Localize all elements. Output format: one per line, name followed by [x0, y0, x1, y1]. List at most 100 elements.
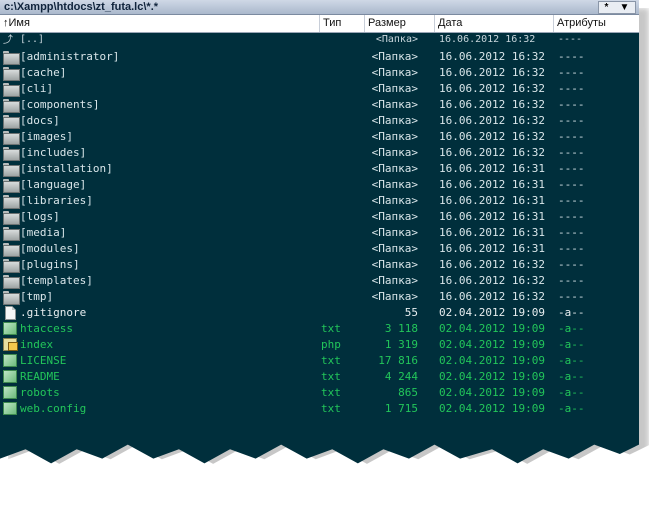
text-file-icon	[3, 402, 18, 416]
file-date: 16.06.2012 16:32	[439, 34, 536, 45]
file-row[interactable]: [includes] <Папка> 16.06.2012 16:32 ----	[0, 145, 639, 161]
file-row[interactable]: index php 1 319 02.04.2012 19:09 -a--	[0, 337, 639, 353]
file-name: .gitignore	[20, 306, 87, 319]
text-file-icon	[3, 354, 18, 368]
file-row[interactable]: [docs] <Папка> 16.06.2012 16:32 ----	[0, 113, 639, 129]
file-row[interactable]: [templates] <Папка> 16.06.2012 16:32 ----	[0, 273, 639, 289]
current-path: c:\Xampp\htdocs\zt_futa.lc\*.*	[4, 1, 159, 13]
file-attributes: ----	[558, 162, 585, 175]
file-row[interactable]: [media] <Папка> 16.06.2012 16:31 ----	[0, 225, 639, 241]
file-date: 16.06.2012 16:32	[439, 146, 545, 159]
file-size: <Папка>	[371, 210, 418, 223]
file-date: 02.04.2012 19:09	[439, 322, 545, 335]
up-dir-icon: ⤴	[3, 35, 13, 46]
file-name: [modules]	[20, 242, 80, 255]
file-name: [images]	[20, 130, 73, 143]
file-size: 1 319	[384, 338, 418, 351]
file-ext: txt	[321, 322, 341, 335]
folder-icon	[3, 50, 20, 65]
file-name: index	[20, 338, 54, 351]
text-file-icon	[3, 386, 18, 400]
file-attributes: ----	[558, 290, 585, 303]
file-date: 16.06.2012 16:31	[439, 178, 545, 191]
file-name: [components]	[20, 98, 100, 111]
file-name: [language]	[20, 178, 87, 191]
file-size: <Папка>	[371, 274, 418, 287]
file-row[interactable]: web.config txt 1 715 02.04.2012 19:09 -a--	[0, 401, 639, 417]
file-attributes: ----	[558, 226, 585, 239]
file-row[interactable]: [tmp] <Папка> 16.06.2012 16:32 ----	[0, 289, 639, 305]
file-panel[interactable]: c:\Xampp\htdocs\zt_futa.lc\*.* * ▼ ↑Имя …	[0, 0, 639, 464]
column-ext-label: Тип	[323, 17, 342, 29]
file-row[interactable]: LICENSE txt 17 816 02.04.2012 19:09 -a--	[0, 353, 639, 369]
column-attr[interactable]: Атрибуты	[554, 15, 639, 32]
file-row[interactable]: [cli] <Папка> 16.06.2012 16:32 ----	[0, 81, 639, 97]
file-row[interactable]: [cache] <Папка> 16.06.2012 16:32 ----	[0, 65, 639, 81]
file-attributes: ----	[558, 130, 585, 143]
column-size[interactable]: Размер	[365, 15, 435, 32]
file-date: 16.06.2012 16:32	[439, 98, 545, 111]
file-date: 16.06.2012 16:31	[439, 210, 545, 223]
file-row[interactable]: [logs] <Папка> 16.06.2012 16:31 ----	[0, 209, 639, 225]
column-date[interactable]: Дата	[435, 15, 554, 32]
file-date: 16.06.2012 16:32	[439, 258, 545, 271]
column-ext[interactable]: Тип	[320, 15, 365, 32]
file-date: 16.06.2012 16:32	[439, 114, 545, 127]
file-ext: txt	[321, 402, 341, 415]
file-attributes: -a--	[558, 322, 585, 335]
file-size: 4 244	[384, 370, 418, 383]
file-row[interactable]: [modules] <Папка> 16.06.2012 16:31 ----	[0, 241, 639, 257]
file-row[interactable]: robots txt 865 02.04.2012 19:09 -a--	[0, 385, 639, 401]
file-row[interactable]: [installation] <Папка> 16.06.2012 16:31 ---…	[0, 161, 639, 177]
file-size: <Папка>	[371, 146, 418, 159]
folder-icon	[3, 274, 20, 289]
file-attributes: ----	[558, 50, 585, 63]
file-name: [cache]	[20, 66, 67, 79]
file-list[interactable]: ⤴ [..] <Папка> 16.06.2012 16:32 ---- [adminis…	[0, 33, 639, 417]
text-file-icon	[3, 370, 18, 384]
folder-icon	[3, 194, 20, 209]
file-name: [..]	[20, 34, 45, 45]
folder-icon	[3, 210, 20, 225]
drive-menu-button[interactable]: * ▼	[598, 1, 636, 14]
file-size: 1 715	[384, 402, 418, 415]
file-date: 16.06.2012 16:32	[439, 130, 545, 143]
file-date: 02.04.2012 19:09	[439, 354, 545, 367]
column-date-label: Дата	[438, 17, 463, 29]
column-header: ↑Имя Тип Размер Дата Атрибуты	[0, 15, 639, 33]
file-attributes: ----	[558, 194, 585, 207]
file-row[interactable]: htaccess txt 3 118 02.04.2012 19:09 -a--	[0, 321, 639, 337]
file-attributes: ----	[558, 34, 583, 45]
file-size: 3 118	[384, 322, 418, 335]
column-size-label: Размер	[368, 17, 406, 29]
file-date: 02.04.2012 19:09	[439, 338, 545, 351]
file-row[interactable]: ⤴ [..] <Папка> 16.06.2012 16:32 ----	[0, 33, 639, 49]
file-size: <Папка>	[371, 194, 418, 207]
file-row[interactable]: [language] <Папка> 16.06.2012 16:31 ----	[0, 177, 639, 193]
file-date: 16.06.2012 16:31	[439, 226, 545, 239]
file-attributes: ----	[558, 274, 585, 287]
file-name: [plugins]	[20, 258, 80, 271]
file-row[interactable]: .gitignore 55 02.04.2012 19:09 -a--	[0, 305, 639, 321]
file-date: 16.06.2012 16:32	[439, 274, 545, 287]
file-name: [media]	[20, 226, 67, 239]
file-size: 55	[404, 306, 418, 319]
path-bar[interactable]: c:\Xampp\htdocs\zt_futa.lc\*.* * ▼	[0, 0, 639, 15]
file-date: 16.06.2012 16:31	[439, 162, 545, 175]
file-attributes: ----	[558, 210, 585, 223]
file-size: 865	[398, 386, 418, 399]
document-icon	[3, 306, 18, 320]
folder-icon	[3, 66, 20, 81]
column-name[interactable]: ↑Имя	[0, 15, 320, 32]
file-date: 16.06.2012 16:31	[439, 194, 545, 207]
file-row[interactable]: [plugins] <Папка> 16.06.2012 16:32 ----	[0, 257, 639, 273]
file-row[interactable]: [components] <Папка> 16.06.2012 16:32 ----	[0, 97, 639, 113]
file-date: 16.06.2012 16:32	[439, 290, 545, 303]
file-row[interactable]: [administrator] <Папка> 16.06.2012 16:32 --…	[0, 49, 639, 65]
file-attributes: -a--	[558, 354, 585, 367]
file-row[interactable]: [images] <Папка> 16.06.2012 16:32 ----	[0, 129, 639, 145]
file-ext: txt	[321, 354, 341, 367]
folder-icon	[3, 130, 20, 145]
file-row[interactable]: README txt 4 244 02.04.2012 19:09 -a--	[0, 369, 639, 385]
file-row[interactable]: [libraries] <Папка> 16.06.2012 16:31 ----	[0, 193, 639, 209]
